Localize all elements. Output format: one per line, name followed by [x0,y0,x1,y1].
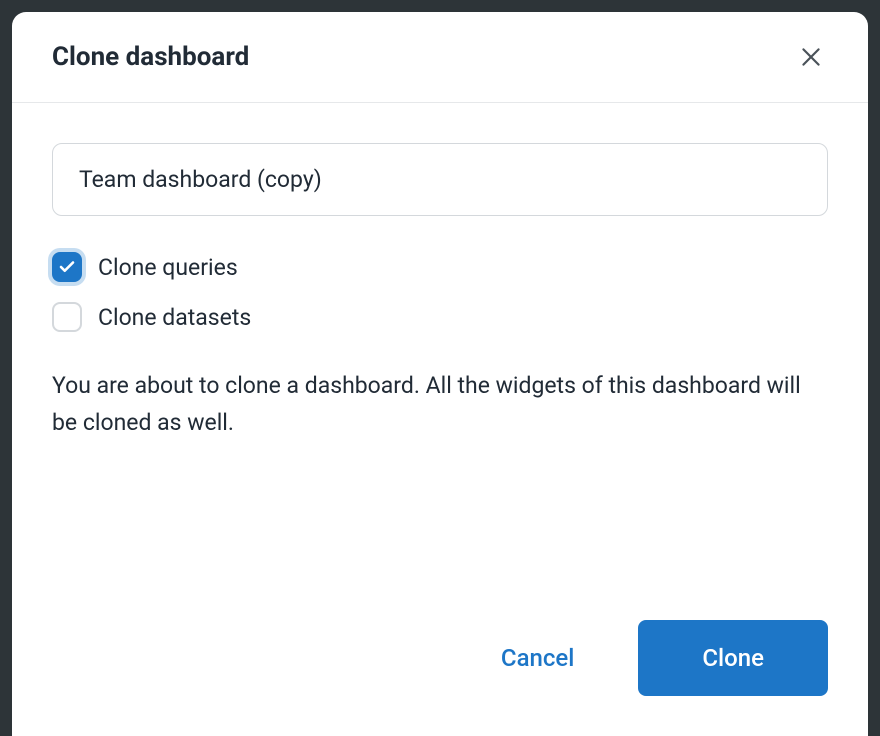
modal-body: Clone queries Clone datasets You are abo… [12,103,868,580]
modal-title: Clone dashboard [52,42,249,72]
modal-header: Clone dashboard [12,12,868,103]
dashboard-name-field-wrap [52,143,828,216]
clone-datasets-checkbox[interactable] [52,302,82,332]
clone-queries-checkbox[interactable] [52,252,82,282]
clone-dashboard-modal: Clone dashboard Clone queries Clone data… [12,12,868,736]
clone-queries-row[interactable]: Clone queries [52,252,828,282]
clone-button[interactable]: Clone [638,620,828,696]
close-icon [798,44,824,70]
clone-queries-label: Clone queries [98,254,238,281]
clone-datasets-row[interactable]: Clone datasets [52,302,828,332]
info-text: You are about to clone a dashboard. All … [52,368,828,442]
modal-footer: Cancel Clone [12,580,868,736]
check-icon [58,258,76,276]
close-button[interactable] [794,40,828,74]
clone-datasets-label: Clone datasets [98,304,251,331]
cancel-button[interactable]: Cancel [465,620,610,696]
dashboard-name-input[interactable] [52,143,828,216]
